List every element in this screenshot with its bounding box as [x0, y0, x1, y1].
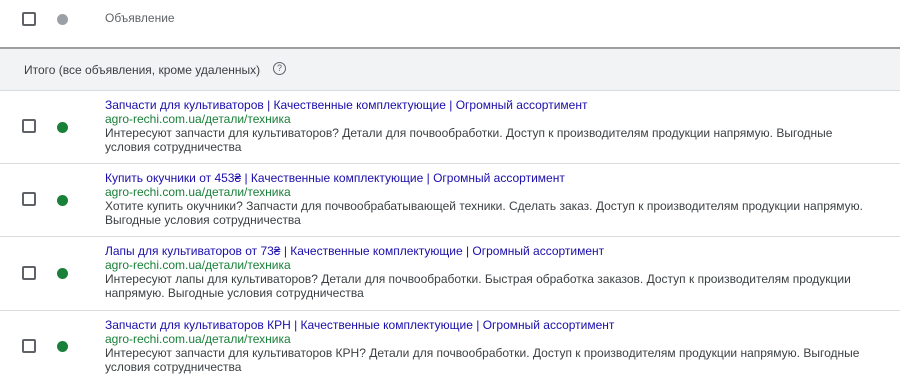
table-row: Запчасти для культиваторов | Качественны…	[0, 91, 900, 164]
total-row-label: Итого (все объявления, кроме удаленных)	[24, 63, 261, 77]
ad-column-header[interactable]: Объявление	[105, 11, 175, 25]
ad-url: agro-rechi.com.ua/детали/техника	[105, 112, 291, 126]
ad-description: Интересуют лапы для культиваторов? Детал…	[105, 272, 851, 300]
status-header-icon[interactable]	[57, 14, 68, 25]
ad-title[interactable]: Запчасти для культиваторов | Качественны…	[105, 98, 865, 112]
row-checkbox[interactable]	[22, 266, 36, 280]
ad-title[interactable]: Запчасти для культиваторов КРН | Качеств…	[105, 318, 865, 332]
table-row: Запчасти для культиваторов КРН | Качеств…	[0, 311, 900, 386]
select-all-checkbox[interactable]	[22, 12, 36, 26]
ad-preview: Купить окучники от 453₴ | Качественные к…	[105, 171, 865, 227]
table-row: Лапы для культиваторов от 73₴ | Качестве…	[0, 237, 900, 311]
ad-title[interactable]: Купить окучники от 453₴ | Качественные к…	[105, 171, 865, 185]
help-icon[interactable]: ?	[273, 62, 286, 75]
row-checkbox[interactable]	[22, 192, 36, 206]
status-active-icon	[57, 268, 68, 279]
table-header: Объявление	[0, 0, 900, 49]
ad-url: agro-rechi.com.ua/детали/техника	[105, 332, 291, 346]
ad-description: Хотите купить окучники? Запчасти для поч…	[105, 199, 863, 227]
row-checkbox[interactable]	[22, 339, 36, 353]
status-active-icon	[57, 122, 68, 133]
table-row: Купить окучники от 453₴ | Качественные к…	[0, 164, 900, 237]
ad-description: Интересуют запчасти для культиваторов? Д…	[105, 126, 833, 154]
status-active-icon	[57, 341, 68, 352]
ad-preview: Лапы для культиваторов от 73₴ | Качестве…	[105, 244, 865, 300]
row-checkbox[interactable]	[22, 119, 36, 133]
status-active-icon	[57, 195, 68, 206]
ad-description: Интересуют запчасти для культиваторов КР…	[105, 346, 860, 374]
total-row: Итого (все объявления, кроме удаленных) …	[0, 49, 900, 91]
ad-url: agro-rechi.com.ua/детали/техника	[105, 185, 291, 199]
ad-preview: Запчасти для культиваторов | Качественны…	[105, 98, 865, 154]
ad-preview: Запчасти для культиваторов КРН | Качеств…	[105, 318, 865, 374]
ad-title[interactable]: Лапы для культиваторов от 73₴ | Качестве…	[105, 244, 865, 258]
ad-url: agro-rechi.com.ua/детали/техника	[105, 258, 291, 272]
